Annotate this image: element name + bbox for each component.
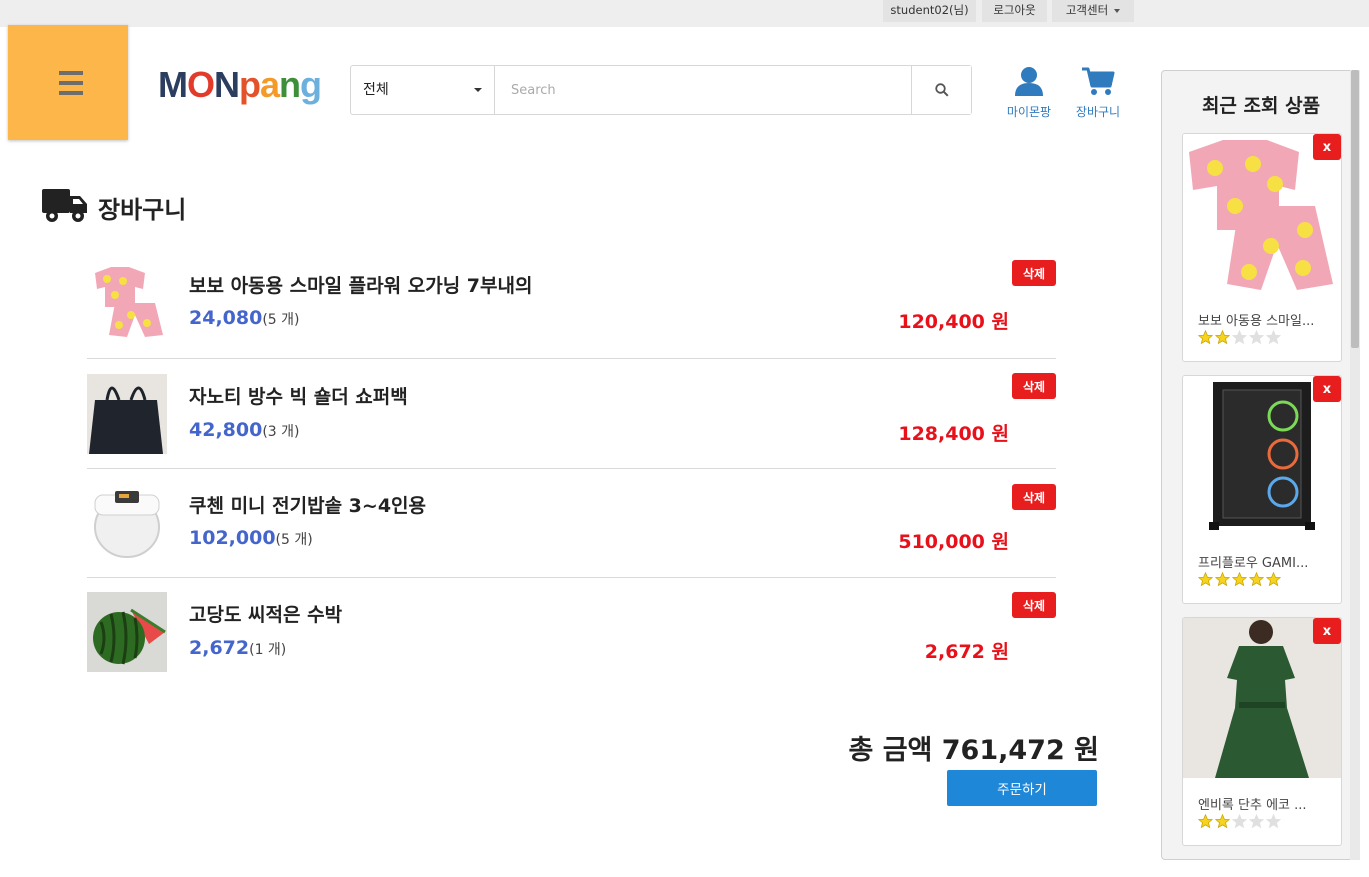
customer-center-dropdown[interactable]: 고객센터 — [1052, 0, 1134, 22]
star-empty-icon — [1249, 330, 1264, 345]
shopping-cart-icon — [1082, 67, 1115, 95]
customer-center-label: 고객센터 — [1065, 3, 1109, 17]
star-filled-icon — [1215, 330, 1230, 345]
product-thumbnail[interactable] — [87, 259, 167, 339]
rating-stars — [1198, 814, 1283, 830]
star-filled-icon — [1198, 572, 1213, 587]
hamburger-menu-button[interactable] — [8, 25, 128, 140]
item-total: 120,400 원 — [898, 311, 1009, 333]
cart-link[interactable]: 장바구니 — [1068, 66, 1128, 120]
category-select[interactable]: 전체 — [351, 66, 495, 114]
product-name[interactable]: 고당도 씨적은 수박 — [189, 600, 342, 627]
quantity: (5 개) — [262, 312, 300, 328]
site-logo[interactable]: MONpang — [158, 64, 322, 108]
recent-item-card[interactable]: x 프리플로우 GAMI... — [1182, 375, 1342, 604]
star-filled-icon — [1215, 814, 1230, 829]
user-icon — [1015, 67, 1043, 96]
product-thumbnail[interactable] — [87, 374, 167, 454]
star-empty-icon — [1249, 814, 1264, 829]
star-filled-icon — [1232, 572, 1247, 587]
delete-button[interactable]: 삭제 — [1012, 592, 1056, 618]
cart-item-row: 쿠첸 미니 전기밥솥 3~4인용 102,000(5 개) 510,000 원 … — [87, 468, 1056, 578]
menu-icon-bar — [59, 91, 83, 95]
star-filled-icon — [1215, 572, 1230, 587]
star-empty-icon — [1266, 330, 1281, 345]
unit-price: 42,800(3 개) — [189, 419, 300, 441]
grand-total: 총 금액 761,472 원 — [848, 735, 1099, 766]
menu-icon — [59, 71, 83, 75]
recent-item-name[interactable]: 보보 아동용 스마일... — [1198, 310, 1333, 329]
page-title: 장바구니 — [98, 196, 187, 224]
item-total: 2,672 원 — [924, 641, 1009, 663]
recent-panel-title: 최근 조회 상품 — [1201, 95, 1321, 117]
star-empty-icon — [1232, 814, 1247, 829]
cart-item-row: 보보 아동용 스마일 플라워 오가닝 7부내의 24,080(5 개) 120,… — [87, 249, 1056, 359]
rating-stars — [1198, 330, 1283, 346]
mypage-label: 마이몬팡 — [1006, 105, 1052, 119]
quantity: (3 개) — [262, 424, 300, 440]
unit-price-value: 24,080 — [189, 307, 263, 329]
search-button[interactable] — [911, 66, 971, 114]
unit-price-value: 2,672 — [189, 637, 250, 659]
recent-item-name[interactable]: 프리플로우 GAMI... — [1198, 552, 1333, 571]
product-name[interactable]: 보보 아동용 스마일 플라워 오가닝 7부내의 — [189, 271, 532, 298]
recent-item-card[interactable]: x 보보 아동용 스마일... — [1182, 133, 1342, 362]
star-filled-icon — [1249, 572, 1264, 587]
product-name[interactable]: 쿠첸 미니 전기밥솥 3~4인용 — [189, 491, 426, 518]
logout-link[interactable]: 로그아웃 — [982, 0, 1047, 22]
black-shopper-bag-image — [87, 374, 167, 454]
recently-viewed-panel: 최근 조회 상품 x 보보 아동용 스마일... x 프리플로우 GAMI...… — [1161, 70, 1359, 860]
truck-icon — [42, 189, 87, 222]
menu-icon-bar — [59, 81, 83, 85]
cart-item-row: 고당도 씨적은 수박 2,672(1 개) 2,672 원 삭제 — [87, 577, 1056, 687]
unit-price: 2,672(1 개) — [189, 637, 286, 659]
remove-recent-button[interactable]: x — [1313, 376, 1341, 402]
recent-item-card[interactable]: x 엔비록 단추 에코 ... — [1182, 617, 1342, 846]
cart-item-row: 자노티 방수 빅 숄더 쇼퍼백 42,800(3 개) 128,400 원 삭제 — [87, 359, 1056, 469]
delete-button[interactable]: 삭제 — [1012, 484, 1056, 510]
search-bar: 전체 — [350, 65, 972, 115]
product-thumbnail[interactable] — [87, 592, 167, 672]
scrollbar-thumb[interactable] — [1351, 70, 1359, 348]
unit-price-value: 42,800 — [189, 419, 263, 441]
watermelon-image — [87, 592, 167, 672]
order-button[interactable]: 주문하기 — [947, 770, 1097, 806]
category-selected-label: 전체 — [363, 82, 389, 98]
remove-recent-button[interactable]: x — [1313, 618, 1341, 644]
rating-stars — [1198, 572, 1283, 588]
search-input[interactable] — [496, 66, 912, 114]
item-total: 128,400 원 — [898, 423, 1009, 445]
quantity: (1 개) — [249, 642, 287, 658]
mypage-link[interactable]: 마이몬팡 — [1003, 66, 1055, 120]
star-filled-icon — [1198, 814, 1213, 829]
unit-price-value: 102,000 — [189, 527, 276, 549]
delete-button[interactable]: 삭제 — [1012, 373, 1056, 399]
product-name[interactable]: 자노티 방수 빅 숄더 쇼퍼백 — [189, 382, 408, 409]
quantity: (5 개) — [275, 532, 313, 548]
white-rice-cooker-image — [87, 483, 167, 563]
caret-down-icon — [474, 88, 482, 92]
user-greeting: student02(님) — [883, 0, 976, 22]
item-total: 510,000 원 — [898, 531, 1009, 553]
search-icon — [935, 83, 949, 97]
remove-recent-button[interactable]: x — [1313, 134, 1341, 160]
caret-down-icon — [1114, 8, 1121, 13]
star-empty-icon — [1232, 330, 1247, 345]
pink-flower-pajamas-image — [87, 259, 167, 339]
product-thumbnail[interactable] — [87, 483, 167, 563]
recent-item-name[interactable]: 엔비록 단추 에코 ... — [1198, 794, 1333, 813]
delete-button[interactable]: 삭제 — [1012, 260, 1056, 286]
star-filled-icon — [1266, 572, 1281, 587]
unit-price: 102,000(5 개) — [189, 527, 313, 549]
unit-price: 24,080(5 개) — [189, 307, 300, 329]
cart-label: 장바구니 — [1075, 105, 1121, 119]
top-bar: student02(님) 로그아웃 고객센터 — [0, 0, 1369, 27]
star-empty-icon — [1266, 814, 1281, 829]
star-filled-icon — [1198, 330, 1213, 345]
